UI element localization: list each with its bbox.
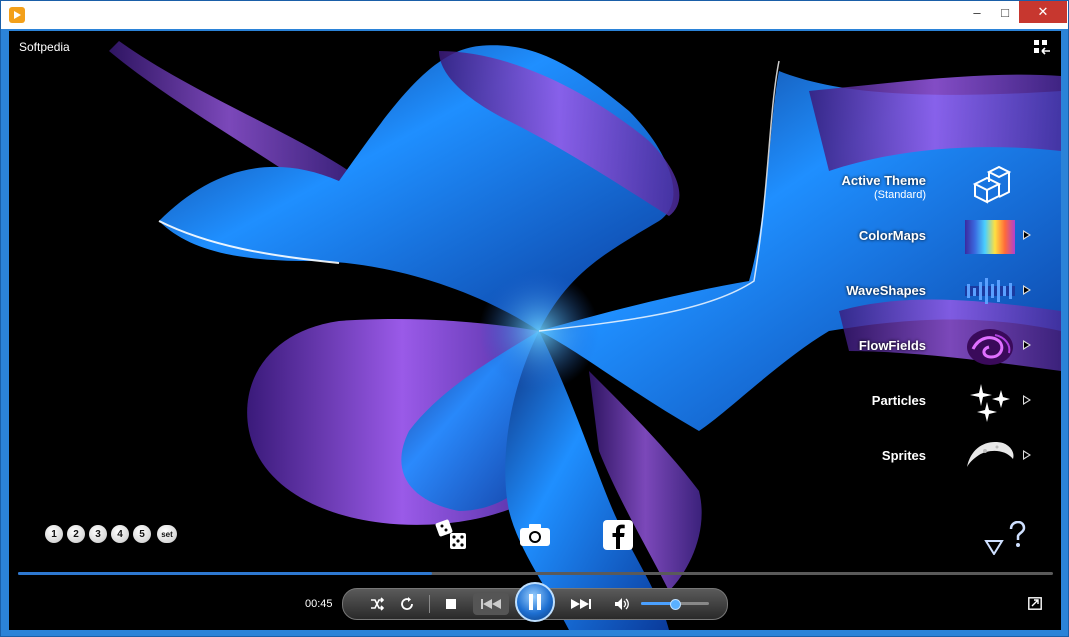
preset-buttons: 1 2 3 4 5 set [45, 525, 177, 543]
waveshapes-arrow-icon[interactable] [1023, 285, 1031, 295]
seek-bar[interactable] [18, 572, 1053, 575]
app-logo-icon [9, 7, 25, 23]
sprites-label: Sprites [881, 448, 926, 463]
flowfields-label: FlowFields [858, 338, 926, 353]
shuffle-button[interactable] [365, 589, 389, 619]
preset-button-1[interactable]: 1 [45, 525, 63, 543]
colormap-icon [965, 220, 1015, 254]
cube-icon [972, 165, 1012, 204]
flowfield-icon [967, 329, 1013, 365]
mini-player-icon[interactable] [1028, 597, 1042, 610]
menu-item-colormaps[interactable]: ColorMaps [771, 214, 1031, 260]
particles-icon [970, 384, 1010, 422]
next-icon [571, 599, 591, 609]
preset-button-4[interactable]: 4 [111, 525, 129, 543]
stop-icon [446, 599, 456, 609]
sprites-icon [967, 442, 1014, 467]
preset-button-2[interactable]: 2 [67, 525, 85, 543]
repeat-icon [401, 597, 413, 610]
menu-item-flowfields[interactable]: FlowFields [771, 324, 1031, 370]
menu-item-active-theme[interactable]: Active Theme (Standard) [771, 161, 1031, 207]
colormaps-label: ColorMaps [858, 228, 926, 243]
layout-toggle-icon[interactable] [1033, 39, 1051, 55]
preset-set-button[interactable]: set [157, 525, 177, 543]
close-button[interactable]: ✕ [1019, 1, 1067, 23]
previous-icon [481, 599, 501, 609]
particles-arrow-icon[interactable] [1023, 395, 1031, 405]
active-theme-value: (Standard) [874, 189, 926, 201]
title-bar[interactable]: – □ ✕ [1, 1, 1068, 29]
waveshapes-label: WaveShapes [846, 283, 926, 298]
divider [429, 595, 430, 613]
facebook-icon[interactable] [602, 519, 634, 551]
menu-item-waveshapes[interactable]: WaveShapes [771, 269, 1031, 315]
seek-bar-fill [18, 572, 432, 575]
colormaps-arrow-icon[interactable] [1023, 230, 1031, 240]
triangle-down-icon[interactable] [984, 539, 1004, 555]
pause-icon [529, 594, 541, 610]
menu-item-particles[interactable]: Particles [771, 379, 1031, 425]
transport-controls [342, 582, 728, 622]
pause-button[interactable] [515, 582, 555, 622]
help-icon[interactable] [1008, 521, 1026, 549]
next-button[interactable] [563, 589, 599, 619]
volume-slider[interactable] [641, 599, 709, 610]
sprites-arrow-icon[interactable] [1023, 450, 1031, 460]
minimize-button[interactable]: – [963, 1, 991, 23]
mute-button[interactable] [611, 589, 633, 619]
preset-button-5[interactable]: 5 [133, 525, 151, 543]
particles-label: Particles [871, 393, 926, 408]
previous-button[interactable] [473, 593, 509, 615]
camera-icon[interactable] [519, 523, 551, 547]
volume-icon [615, 598, 629, 610]
shuffle-icon [371, 597, 385, 611]
app-window: – □ ✕ Softpedia Active Theme (Standard) … [0, 0, 1069, 637]
preset-button-3[interactable]: 3 [89, 525, 107, 543]
elapsed-time: 00:45 [305, 598, 333, 610]
menu-item-sprites[interactable]: Sprites [771, 434, 1031, 480]
overlay-title: Softpedia [19, 40, 70, 54]
flowfields-arrow-icon[interactable] [1023, 340, 1031, 350]
dice-icon[interactable] [435, 519, 469, 551]
active-theme-label: Active Theme [841, 173, 926, 188]
maximize-button[interactable]: □ [991, 1, 1019, 23]
waveshape-icon [965, 278, 1015, 304]
repeat-button[interactable] [395, 589, 419, 619]
volume-slider-handle[interactable] [670, 599, 681, 610]
stop-button[interactable] [439, 589, 463, 619]
visualization-stage[interactable]: Softpedia Active Theme (Standard) ColorM… [9, 31, 1061, 630]
